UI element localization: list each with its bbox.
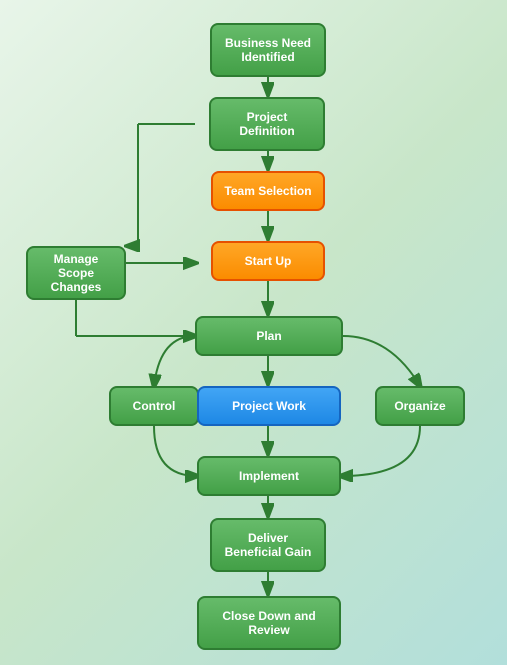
start-up-node: Start Up bbox=[211, 241, 325, 281]
close-down-node: Close Down andReview bbox=[197, 596, 341, 650]
business-need-node: Business NeedIdentified bbox=[210, 23, 326, 77]
plan-node: Plan bbox=[195, 316, 343, 356]
implement-node: Implement bbox=[197, 456, 341, 496]
project-work-node: Project Work bbox=[197, 386, 341, 426]
project-definition-node: ProjectDefinition bbox=[209, 97, 325, 151]
flowchart: Business NeedIdentified ProjectDefinitio… bbox=[0, 0, 507, 665]
control-node: Control bbox=[109, 386, 199, 426]
organize-node: Organize bbox=[375, 386, 465, 426]
deliver-node: DeliverBeneficial Gain bbox=[210, 518, 326, 572]
manage-scope-node: Manage ScopeChanges bbox=[26, 246, 126, 300]
team-selection-node: Team Selection bbox=[211, 171, 325, 211]
